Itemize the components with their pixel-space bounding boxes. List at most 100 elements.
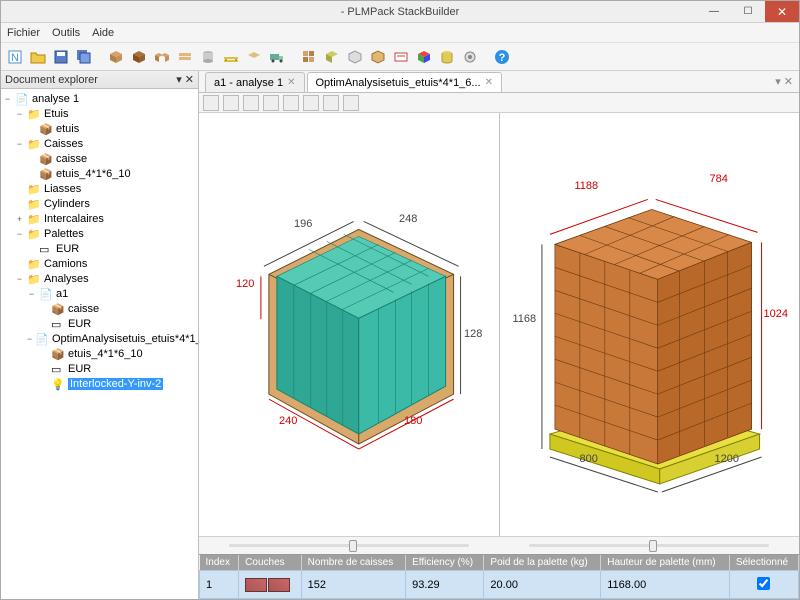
cylinder-icon[interactable] bbox=[198, 47, 218, 67]
menu-bar: Fichier Outils Aide bbox=[1, 23, 799, 43]
view-btn-3[interactable] bbox=[243, 95, 259, 111]
window-title: - PLMPack StackBuilder bbox=[341, 6, 460, 18]
menu-help[interactable]: Aide bbox=[92, 27, 114, 39]
minimize-button[interactable]: — bbox=[697, 1, 731, 22]
view-pane-box[interactable]: 196 248 120 128 240 180 bbox=[199, 113, 500, 536]
tree-inter[interactable]: Intercalaires bbox=[44, 213, 104, 225]
tree-cylinders[interactable]: Cylinders bbox=[44, 198, 90, 210]
truck-icon[interactable] bbox=[267, 47, 287, 67]
menu-file[interactable]: Fichier bbox=[7, 27, 40, 39]
tree-selected[interactable]: Interlocked-Y-inv-2 bbox=[68, 378, 163, 390]
analysis3-icon[interactable] bbox=[345, 47, 365, 67]
dim-128: 128 bbox=[464, 328, 482, 340]
tab-a1[interactable]: a1 - analyse 1✕ bbox=[205, 72, 305, 92]
settings-icon[interactable] bbox=[460, 47, 480, 67]
tree-analyses[interactable]: Analyses bbox=[44, 273, 89, 285]
tabs-menu-icon[interactable]: ▾ ✕ bbox=[775, 75, 793, 88]
dim-784: 784 bbox=[710, 173, 728, 185]
slider-right[interactable] bbox=[499, 537, 799, 554]
title-bar: - PLMPack StackBuilder — ☐ ✕ bbox=[1, 1, 799, 23]
tree-etuis-item[interactable]: etuis bbox=[56, 123, 79, 135]
bundle-icon[interactable] bbox=[175, 47, 195, 67]
analysis-icon[interactable] bbox=[299, 47, 319, 67]
view-btn-6[interactable] bbox=[303, 95, 319, 111]
view-btn-7[interactable] bbox=[323, 95, 339, 111]
cell-height: 1168.00 bbox=[601, 571, 730, 599]
col-sel[interactable]: Sélectionné bbox=[729, 555, 798, 571]
box-brown-icon[interactable] bbox=[106, 47, 126, 67]
dim-800: 800 bbox=[580, 453, 598, 465]
box-group-icon[interactable] bbox=[152, 47, 172, 67]
col-height[interactable]: Hauteur de palette (mm) bbox=[601, 555, 730, 571]
document-explorer: Document explorer ▾ ✕ −📄analyse 1 −📁Etui… bbox=[1, 71, 199, 599]
view-btn-4[interactable] bbox=[263, 95, 279, 111]
tree-a1[interactable]: a1 bbox=[56, 288, 68, 300]
tree-root[interactable]: analyse 1 bbox=[32, 93, 79, 105]
col-layers[interactable]: Couches bbox=[239, 555, 302, 571]
results-grid: Index Couches Nombre de caisses Efficien… bbox=[199, 554, 799, 600]
close-icon[interactable]: ✕ bbox=[485, 77, 493, 88]
close-icon[interactable]: ✕ bbox=[287, 77, 295, 88]
tree-a1-eur[interactable]: EUR bbox=[68, 318, 91, 330]
menu-tools[interactable]: Outils bbox=[52, 27, 80, 39]
tab-optim[interactable]: OptimAnalysisetuis_etuis*4*1_6...✕ bbox=[307, 72, 502, 92]
main-toolbar: N ? bbox=[1, 43, 799, 71]
tree-optim-item[interactable]: etuis_4*1*6_10 bbox=[68, 348, 143, 360]
tree-optim-eur[interactable]: EUR bbox=[68, 363, 91, 375]
explorer-pin-icon[interactable]: ▾ ✕ bbox=[176, 73, 194, 86]
cube-color-icon[interactable] bbox=[414, 47, 434, 67]
svg-text:N: N bbox=[11, 52, 19, 64]
cell-sel[interactable] bbox=[729, 571, 798, 599]
tree-camions[interactable]: Camions bbox=[44, 258, 87, 270]
tree-view[interactable]: −📄analyse 1 −📁Etuis 📦etuis −📁Caisses 📦ca… bbox=[1, 89, 198, 599]
view-btn-2[interactable] bbox=[223, 95, 239, 111]
view-pane-pallet[interactable]: 1188 784 1168 1024 800 1200 bbox=[500, 113, 800, 536]
slider-row bbox=[199, 536, 799, 554]
explorer-header: Document explorer ▾ ✕ bbox=[1, 71, 198, 89]
view-btn-1[interactable] bbox=[203, 95, 219, 111]
tree-a1-caisse[interactable]: caisse bbox=[68, 303, 99, 315]
tree-etuis[interactable]: Etuis bbox=[44, 108, 68, 120]
tree-palettes[interactable]: Palettes bbox=[44, 228, 84, 240]
analysis2-icon[interactable] bbox=[322, 47, 342, 67]
analysis-label-icon[interactable] bbox=[391, 47, 411, 67]
svg-text:?: ? bbox=[499, 52, 506, 64]
sheet-icon[interactable] bbox=[244, 47, 264, 67]
tree-eur[interactable]: EUR bbox=[56, 243, 79, 255]
help-icon[interactable]: ? bbox=[492, 47, 512, 67]
open-icon[interactable] bbox=[28, 47, 48, 67]
view-toolbar bbox=[199, 93, 799, 113]
dim-1024: 1024 bbox=[764, 308, 788, 320]
cell-index: 1 bbox=[200, 571, 239, 599]
tree-caisse-item[interactable]: caisse bbox=[56, 153, 87, 165]
view-btn-5[interactable] bbox=[283, 95, 299, 111]
maximize-button[interactable]: ☐ bbox=[731, 1, 765, 22]
dim-1200: 1200 bbox=[715, 453, 739, 465]
tab-strip: a1 - analyse 1✕ OptimAnalysisetuis_etuis… bbox=[199, 71, 799, 93]
col-weight[interactable]: Poid de la palette (kg) bbox=[484, 555, 601, 571]
close-button[interactable]: ✕ bbox=[765, 1, 799, 22]
view-btn-8[interactable] bbox=[343, 95, 359, 111]
col-index[interactable]: Index bbox=[200, 555, 239, 571]
analysis4-icon[interactable] bbox=[368, 47, 388, 67]
tree-caisses[interactable]: Caisses bbox=[44, 138, 83, 150]
cell-weight: 20.00 bbox=[484, 571, 601, 599]
tree-liasses[interactable]: Liasses bbox=[44, 183, 81, 195]
save-all-icon[interactable] bbox=[74, 47, 94, 67]
col-nboxes[interactable]: Nombre de caisses bbox=[301, 555, 405, 571]
dim-180: 180 bbox=[404, 415, 422, 427]
col-eff[interactable]: Efficiency (%) bbox=[406, 555, 484, 571]
pallet-yellow-icon[interactable] bbox=[221, 47, 241, 67]
box-closed-icon[interactable] bbox=[129, 47, 149, 67]
db-icon[interactable] bbox=[437, 47, 457, 67]
tree-optim[interactable]: OptimAnalysisetuis_etuis*4*1_61 bbox=[52, 333, 198, 345]
new-icon[interactable]: N bbox=[5, 47, 25, 67]
table-row[interactable]: 1 152 93.29 20.00 1168.00 bbox=[200, 571, 799, 599]
slider-left[interactable] bbox=[199, 537, 499, 554]
main-area: a1 - analyse 1✕ OptimAnalysisetuis_etuis… bbox=[199, 71, 799, 599]
tree-caisse-item2[interactable]: etuis_4*1*6_10 bbox=[56, 168, 131, 180]
save-icon[interactable] bbox=[51, 47, 71, 67]
row-checkbox[interactable] bbox=[757, 577, 770, 590]
dim-248: 248 bbox=[399, 213, 417, 225]
dim-1168: 1168 bbox=[513, 313, 537, 325]
